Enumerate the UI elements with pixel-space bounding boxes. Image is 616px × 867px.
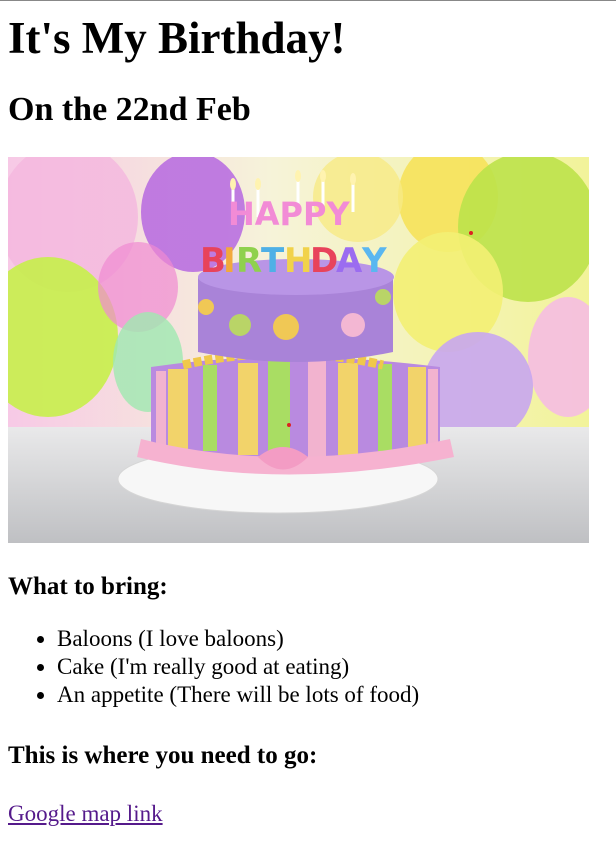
- page-body: { "page": { "title": "It's My Birthday!"…: [0, 0, 616, 867]
- list-item: Baloons (I love baloons): [57, 625, 608, 653]
- what-to-bring-heading: What to bring:: [8, 573, 168, 601]
- svg-text:Y: Y: [361, 241, 387, 281]
- google-map-link[interactable]: Google map link: [8, 801, 163, 827]
- birthday-cake-image: HAPPY B I R T H D A Y: [8, 157, 589, 544]
- svg-text:HAPPY: HAPPY: [228, 195, 350, 233]
- page-title: It's My Birthday!: [8, 13, 346, 63]
- list-item: Cake (I'm really good at eating): [57, 653, 608, 681]
- svg-text:R: R: [236, 241, 262, 281]
- bring-list: Baloons (I love baloons) Cake (I'm reall…: [8, 625, 608, 709]
- svg-text:I: I: [223, 241, 236, 281]
- date-heading: On the 22nd Feb: [8, 90, 251, 128]
- svg-text:H: H: [284, 241, 312, 281]
- svg-text:A: A: [336, 241, 363, 281]
- svg-text:T: T: [261, 241, 285, 281]
- where-to-go-heading: This is where you need to go:: [8, 741, 318, 769]
- list-item: An appetite (There will be lots of food): [57, 681, 608, 709]
- page-content: It's My Birthday! On the 22nd Feb HAPPY …: [0, 1, 616, 827]
- svg-text:D: D: [310, 241, 338, 281]
